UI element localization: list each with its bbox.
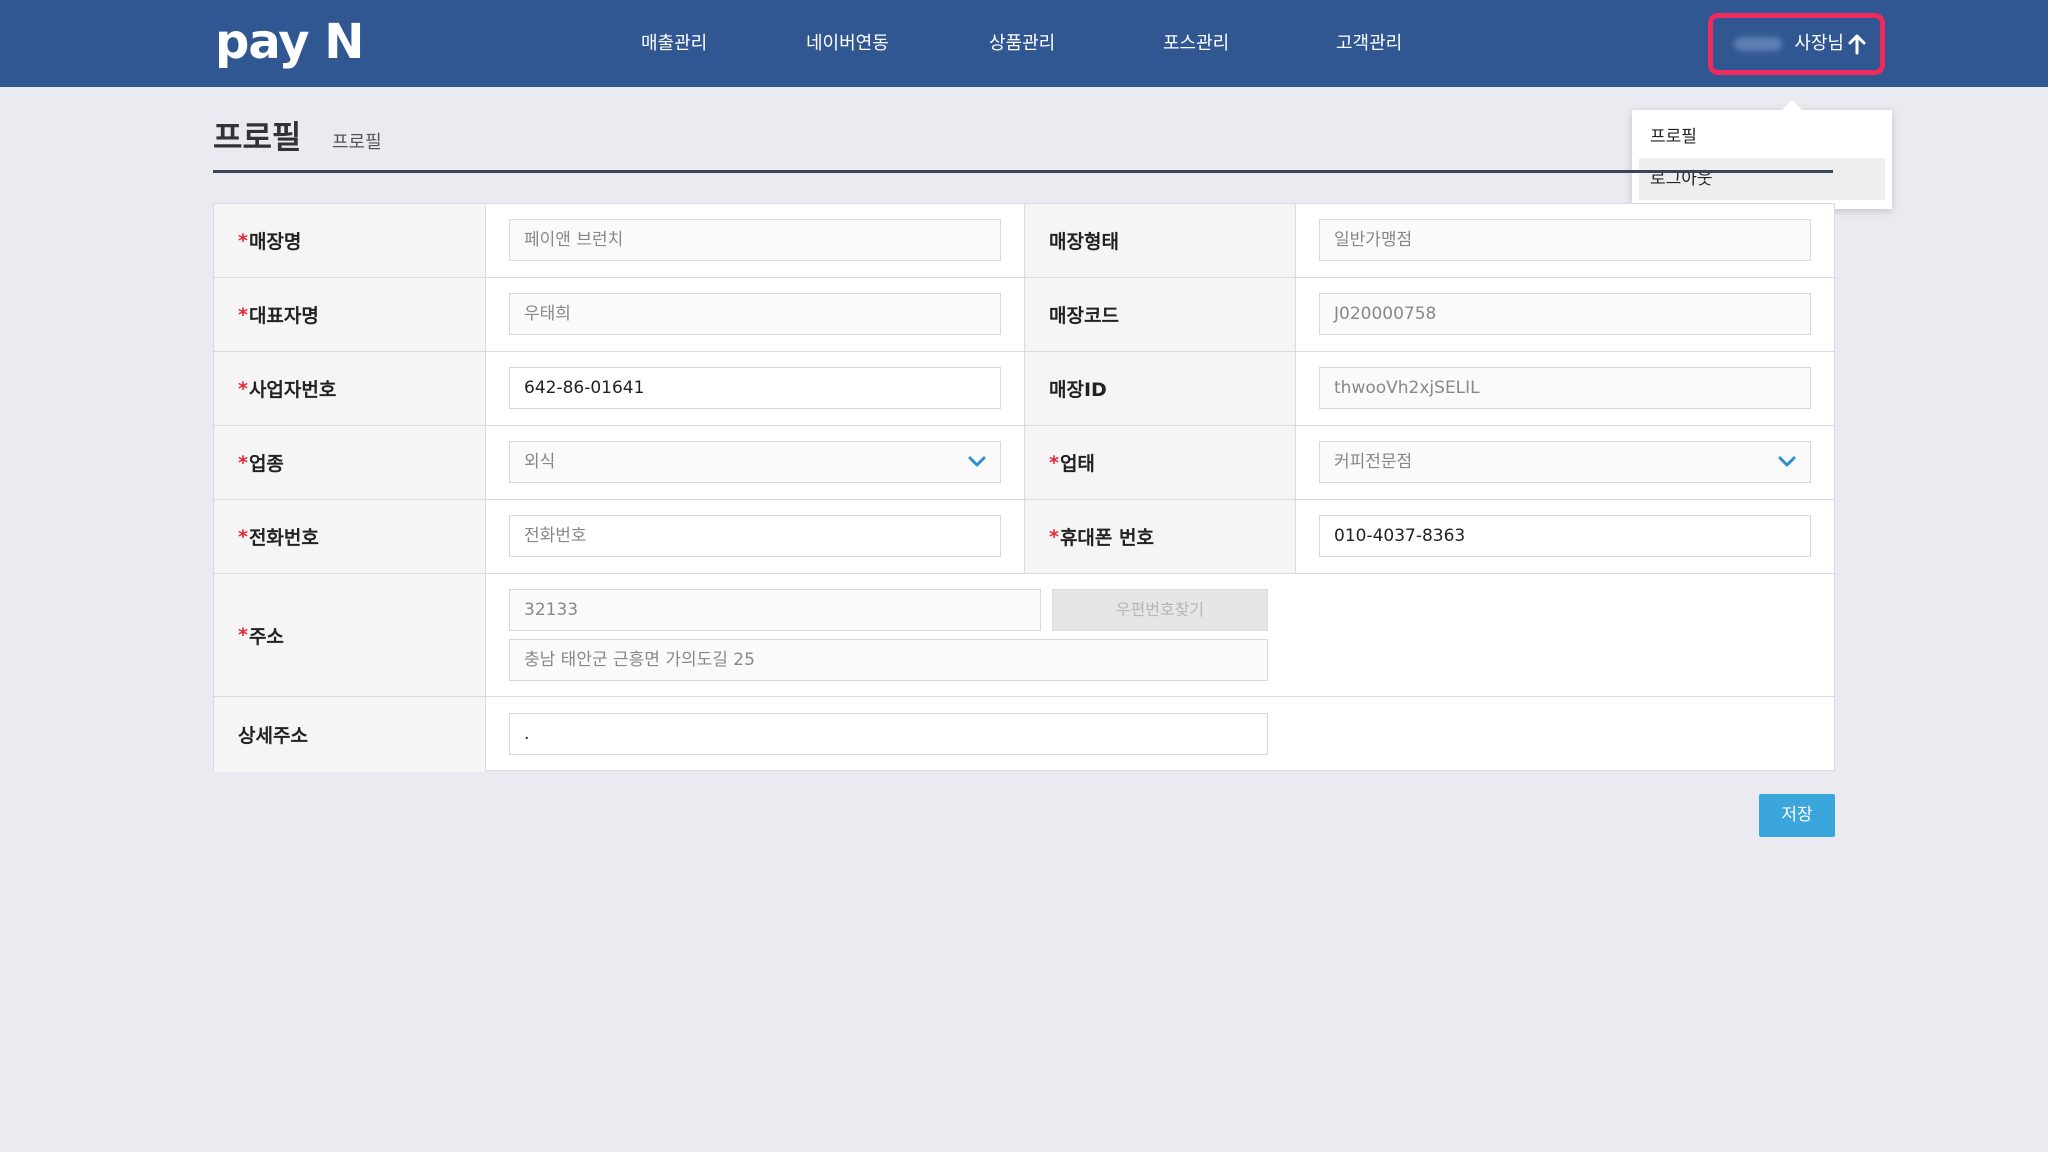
- owner-name-label: * 대표자명: [214, 278, 486, 351]
- page-title: 프로필: [213, 118, 302, 156]
- required-mark: *: [1049, 451, 1059, 474]
- required-mark: *: [238, 229, 248, 252]
- store-name-label: * 매장명: [214, 204, 486, 277]
- store-code-field[interactable]: J020000758: [1319, 293, 1811, 335]
- required-mark: *: [238, 525, 248, 548]
- profile-form: * 매장명 페이앤 브런치 매장형태 일반가맹점 * 대표자명 우태희 매장코드 J…: [213, 203, 1835, 772]
- store-code-label: 매장코드: [1024, 278, 1296, 351]
- required-mark: *: [1049, 525, 1059, 548]
- business-number-label: * 사업자번호: [214, 352, 486, 425]
- find-zipcode-button[interactable]: 우편번호찾기: [1052, 589, 1268, 631]
- address-line1-field[interactable]: 충남 태안군 근흥면 가의도길 25: [509, 639, 1268, 681]
- owner-name-field[interactable]: 우태희: [509, 293, 1001, 335]
- menu-item-profile[interactable]: 프로필: [1639, 116, 1885, 158]
- form-row: * 전화번호 전화번호 * 휴대폰 번호 010-4037-8363: [214, 500, 1834, 574]
- business-type-label: * 업태: [1024, 426, 1296, 499]
- zipcode-field[interactable]: 32133: [509, 589, 1041, 631]
- menu-item-logout[interactable]: 로그아웃: [1639, 158, 1885, 200]
- form-row: * 주소 32133 우편번호찾기 충남 태안군 근흥면 가의도길 25: [214, 574, 1834, 697]
- store-type-label: 매장형태: [1024, 204, 1296, 277]
- business-number-field[interactable]: 642-86-01641: [509, 367, 1001, 409]
- form-row: * 매장명 페이앤 브런치 매장형태 일반가맹점: [214, 204, 1834, 278]
- detail-address-field[interactable]: .: [509, 713, 1268, 755]
- blurred-user-name: [1734, 37, 1783, 51]
- user-label: 사장님: [1794, 33, 1844, 54]
- required-mark: *: [238, 377, 248, 400]
- store-type-field[interactable]: 일반가맹점: [1319, 219, 1811, 261]
- title-divider: [213, 170, 1833, 173]
- breadcrumb: 프로필: [332, 132, 382, 153]
- chevron-down-icon: [968, 456, 986, 467]
- chevron-down-icon: [1778, 456, 1796, 467]
- mobile-label: * 휴대폰 번호: [1024, 500, 1296, 573]
- required-mark: *: [238, 303, 248, 326]
- nav-pos-management[interactable]: 포스관리: [1163, 30, 1229, 58]
- form-row: 상세주소 .: [214, 697, 1834, 772]
- business-type-select[interactable]: 커피전문점: [1319, 441, 1811, 483]
- user-dropdown-menu: 프로필 로그아웃: [1632, 100, 1892, 209]
- store-name-field[interactable]: 페이앤 브런치: [509, 219, 1001, 261]
- mobile-field[interactable]: 010-4037-8363: [1319, 515, 1811, 557]
- address-label: * 주소: [214, 574, 486, 696]
- business-type-selected-value: 커피전문점: [1334, 452, 1413, 472]
- form-row: * 대표자명 우태희 매장코드 J020000758: [214, 278, 1834, 352]
- save-button[interactable]: 저장: [1759, 794, 1835, 837]
- industry-select[interactable]: 외식: [509, 441, 1001, 483]
- form-row: * 업종 외식 * 업태 커피전문점: [214, 426, 1834, 500]
- top-navigation-bar: pay N 매출관리 네이버연동 상품관리 포스관리 고객관리 사장님: [0, 0, 2048, 87]
- payn-logo[interactable]: pay N: [215, 14, 364, 70]
- nav-customer-management[interactable]: 고객관리: [1336, 30, 1402, 58]
- phone-field[interactable]: 전화번호: [509, 515, 1001, 557]
- nav-naver-integration[interactable]: 네이버연동: [806, 30, 889, 58]
- user-menu-button[interactable]: 사장님: [1708, 13, 1885, 75]
- store-id-label: 매장ID: [1024, 352, 1296, 425]
- industry-label: * 업종: [214, 426, 486, 499]
- form-row: * 사업자번호 642-86-01641 매장ID thwooVh2xjSELIL: [214, 352, 1834, 426]
- required-mark: *: [238, 624, 248, 646]
- nav-sales-management[interactable]: 매출관리: [641, 30, 707, 58]
- phone-label: * 전화번호: [214, 500, 486, 573]
- store-id-field[interactable]: thwooVh2xjSELIL: [1319, 367, 1811, 409]
- arrow-up-icon: [1848, 34, 1866, 55]
- required-mark: *: [238, 451, 248, 474]
- industry-selected-value: 외식: [524, 452, 556, 472]
- detail-address-label: 상세주소: [214, 697, 486, 772]
- nav-product-management[interactable]: 상품관리: [989, 30, 1055, 58]
